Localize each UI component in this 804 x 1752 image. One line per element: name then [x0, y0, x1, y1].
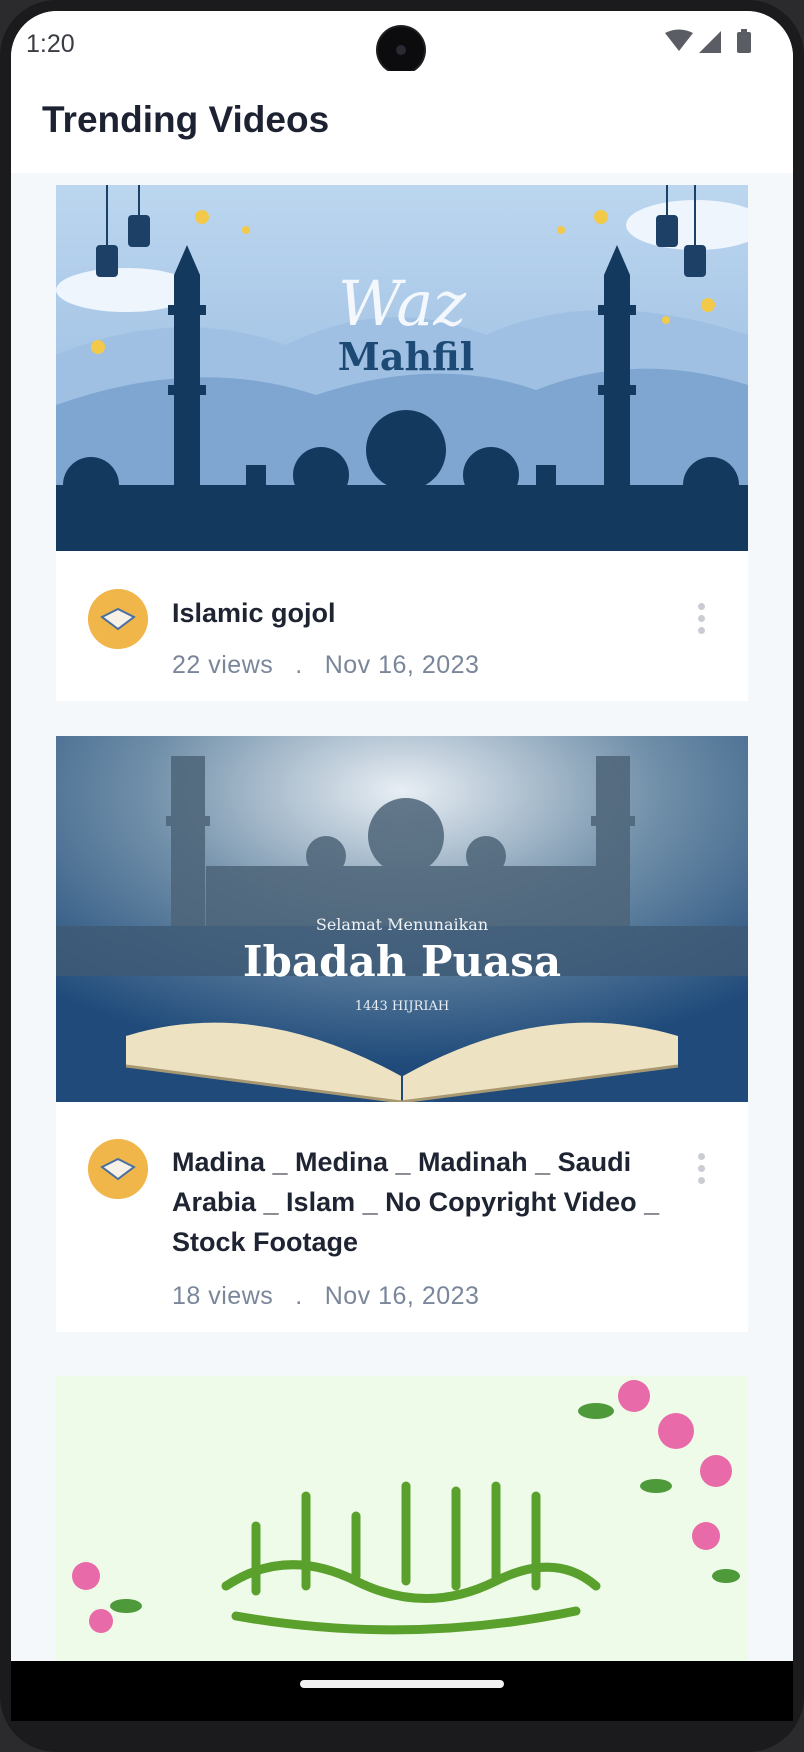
navigation-bar — [11, 1661, 793, 1721]
thumbnail-caption-text: 1443 HIJRIAH — [355, 999, 450, 1014]
video-card[interactable] — [56, 1376, 748, 1661]
meta-separator: . — [295, 1282, 303, 1310]
dot-icon — [698, 1165, 705, 1172]
page-title: Trending Videos — [42, 99, 330, 140]
thumbnail-title-text: Ibadah Puasa — [243, 937, 561, 986]
signal-icon — [699, 31, 721, 53]
video-title[interactable]: Islamic gojol — [172, 593, 662, 633]
channel-avatar[interactable] — [88, 1139, 148, 1199]
meta-separator: . — [295, 651, 303, 679]
view-count: 22 views — [172, 651, 274, 679]
video-meta: 22 views. Nov 16, 2023 — [172, 651, 479, 680]
video-meta: 18 views. Nov 16, 2023 — [172, 1282, 479, 1311]
thumbnail-script-text: Waz — [338, 267, 466, 340]
dot-icon — [698, 615, 705, 622]
video-thumbnail[interactable] — [56, 1376, 748, 1661]
video-card[interactable]: Waz Mahfil Islamic gojol 22 views . Nov … — [56, 185, 748, 701]
dot-icon — [698, 603, 705, 610]
battery-icon — [737, 29, 751, 53]
channel-avatar[interactable] — [88, 589, 148, 649]
status-icons — [663, 29, 763, 59]
view-count: 18 views — [172, 1282, 274, 1310]
status-bar: 1:20 — [11, 11, 793, 73]
dot-icon — [698, 627, 705, 634]
thumbnail-subtitle-text: Selamat Menunaikan — [316, 915, 488, 934]
wifi-icon — [665, 29, 693, 51]
thumbnail-title-text: Mahfil — [338, 334, 474, 379]
video-thumbnail[interactable]: Selamat Menunaikan Ibadah Puasa 1443 HIJ… — [56, 736, 748, 1102]
upload-date: Nov 16, 2023 — [324, 1282, 480, 1310]
dot-icon — [698, 1153, 705, 1160]
more-options-button[interactable] — [686, 1149, 716, 1189]
video-thumbnail[interactable]: Waz Mahfil — [56, 185, 748, 551]
more-options-button[interactable] — [686, 599, 716, 639]
screen: 1:20 Trending Videos Waz Mahfil Islamic … — [11, 11, 793, 1661]
video-title[interactable]: Madina _ Medina _ Madinah _ Saudi Arabia… — [172, 1142, 662, 1262]
home-gesture-handle[interactable] — [300, 1680, 504, 1688]
dot-icon — [698, 1177, 705, 1184]
device-frame: 1:20 Trending Videos Waz Mahfil Islamic … — [0, 0, 804, 1752]
status-time: 1:20 — [26, 30, 75, 58]
camera-cutout — [378, 27, 424, 73]
app-header: Trending Videos — [11, 71, 793, 173]
video-card[interactable]: Selamat Menunaikan Ibadah Puasa 1443 HIJ… — [56, 736, 748, 1332]
upload-date: Nov 16, 2023 — [324, 651, 480, 679]
